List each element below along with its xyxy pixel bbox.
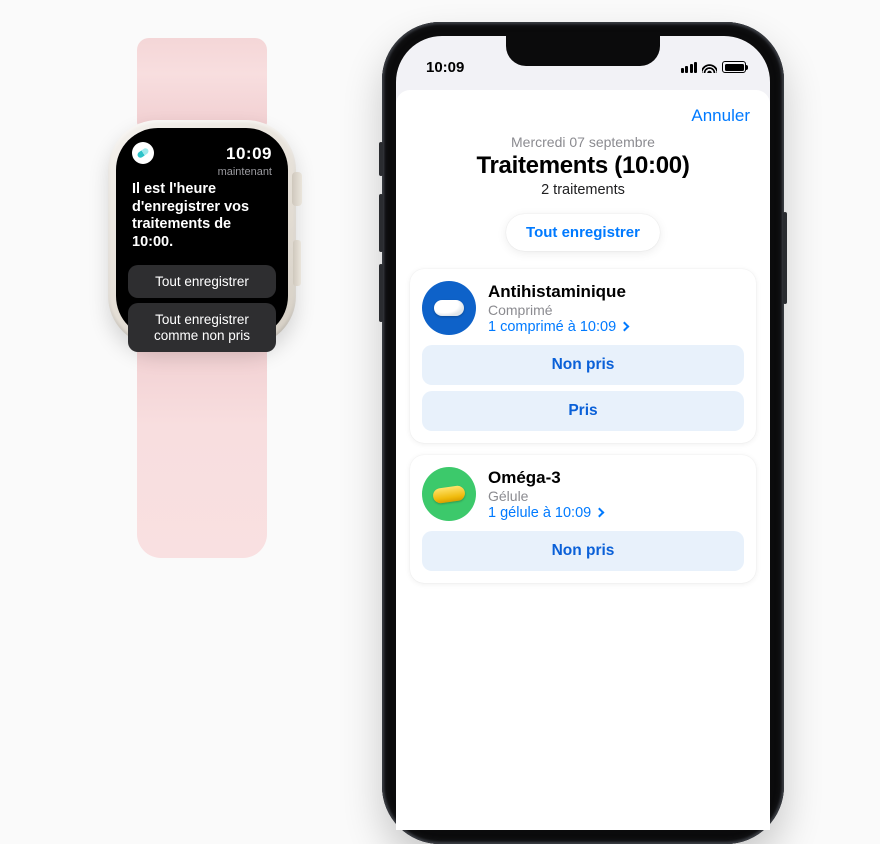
watch-notification-headline: Il est l'heure d'enregistrer vos traitem… bbox=[128, 181, 276, 252]
apple-watch: 10:09 maintenant Il est l'heure d'enregi… bbox=[92, 38, 312, 558]
status-indicators bbox=[681, 61, 747, 73]
watch-status-row: 10:09 bbox=[128, 142, 276, 168]
wifi-icon bbox=[702, 62, 717, 73]
pill-icon bbox=[136, 147, 149, 159]
sheet-title: Traitements (10:00) bbox=[410, 152, 756, 180]
phone-screen: 10:09 Annuler Mercredi 07 septembre Trai… bbox=[396, 36, 770, 830]
sheet-subtitle: 2 traitements bbox=[410, 182, 756, 198]
cellular-signal-icon bbox=[681, 62, 698, 73]
phone-notch bbox=[506, 36, 660, 66]
watch-band-bottom bbox=[137, 338, 267, 558]
phone-frame: 10:09 Annuler Mercredi 07 septembre Trai… bbox=[382, 22, 784, 844]
phone-power-button bbox=[783, 212, 787, 304]
watch-log-skipped-button[interactable]: Tout enregistrer comme non pris bbox=[128, 303, 276, 352]
medication-form: Gélule bbox=[488, 488, 744, 504]
phone-volume-up bbox=[379, 194, 383, 252]
status-time: 10:09 bbox=[426, 59, 464, 76]
medication-dose: 1 gélule à 10:09 bbox=[488, 505, 744, 521]
iphone: 10:09 Annuler Mercredi 07 septembre Trai… bbox=[382, 22, 784, 844]
medications-sheet: Annuler Mercredi 07 septembre Traitement… bbox=[396, 90, 770, 830]
watch-time: 10:09 bbox=[226, 144, 272, 164]
sheet-header: Mercredi 07 septembre Traitements (10:00… bbox=[410, 134, 756, 198]
battery-icon bbox=[722, 61, 746, 73]
capsule-icon bbox=[422, 467, 476, 521]
chevron-right-icon bbox=[620, 322, 630, 332]
medication-header[interactable]: Oméga-3 Gélule 1 gélule à 10:09 bbox=[422, 467, 744, 521]
watch-crown bbox=[292, 172, 302, 206]
watch-side-button bbox=[293, 240, 301, 286]
medication-form: Comprimé bbox=[488, 302, 744, 318]
medication-card: Oméga-3 Gélule 1 gélule à 10:09 Non pris bbox=[410, 455, 756, 583]
taken-button[interactable]: Pris bbox=[422, 391, 744, 431]
watch-log-all-button[interactable]: Tout enregistrer bbox=[128, 265, 276, 299]
medication-card: Antihistaminique Comprimé 1 comprimé à 1… bbox=[410, 269, 756, 443]
watch-screen: 10:09 maintenant Il est l'heure d'enregi… bbox=[116, 128, 288, 338]
medications-app-icon bbox=[132, 142, 154, 164]
watch-notification-age: maintenant bbox=[128, 166, 276, 178]
chevron-right-icon bbox=[595, 508, 605, 518]
log-all-button[interactable]: Tout enregistrer bbox=[506, 214, 660, 251]
skipped-button[interactable]: Non pris bbox=[422, 531, 744, 571]
skipped-button[interactable]: Non pris bbox=[422, 345, 744, 385]
sheet-date: Mercredi 07 septembre bbox=[410, 134, 756, 150]
medication-dose: 1 comprimé à 10:09 bbox=[488, 319, 744, 335]
watch-case: 10:09 maintenant Il est l'heure d'enregi… bbox=[108, 120, 296, 346]
medication-name: Oméga-3 bbox=[488, 468, 744, 488]
medication-name: Antihistaminique bbox=[488, 282, 744, 302]
watch-band-top bbox=[137, 38, 267, 128]
phone-volume-down bbox=[379, 264, 383, 322]
cancel-button[interactable]: Annuler bbox=[691, 106, 750, 126]
tablet-icon bbox=[422, 281, 476, 335]
medication-header[interactable]: Antihistaminique Comprimé 1 comprimé à 1… bbox=[422, 281, 744, 335]
phone-mute-switch bbox=[379, 142, 383, 176]
